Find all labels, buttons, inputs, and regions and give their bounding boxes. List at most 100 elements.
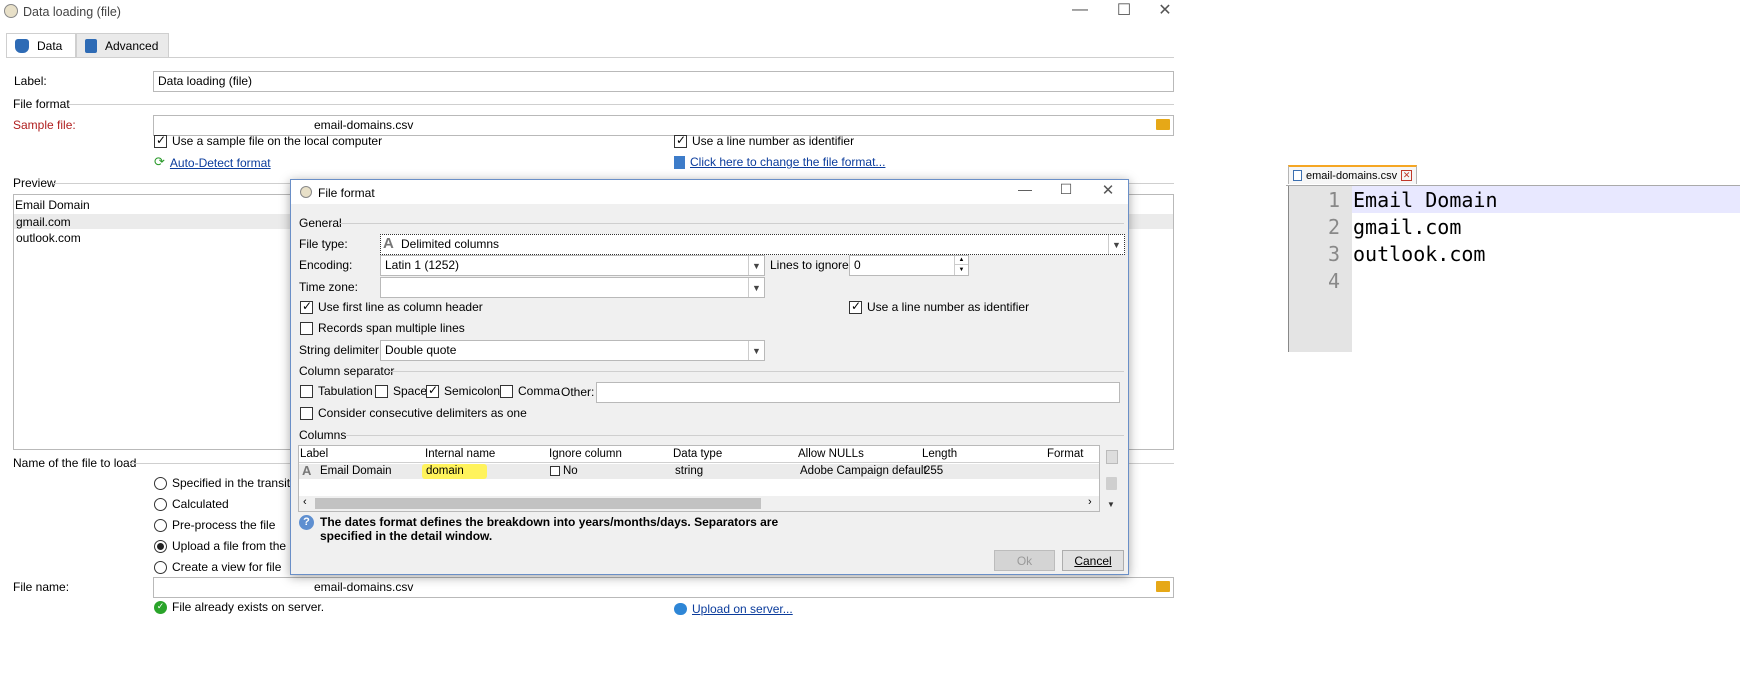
file-type-select[interactable]: A Delimited columns ▼ — [380, 234, 1125, 255]
radio-upload[interactable]: Upload a file from the loc — [154, 539, 305, 553]
tab-data[interactable]: Data — [6, 33, 76, 58]
radio-specified[interactable]: Specified in the transition — [154, 476, 306, 490]
maximize-button[interactable]: ☐ — [1051, 181, 1081, 198]
check-circle-icon: ✓ — [154, 600, 167, 614]
records-span-checkbox[interactable]: Records span multiple lines — [300, 321, 465, 335]
refresh-icon: ⟳ — [154, 155, 165, 170]
horizontal-scrollbar[interactable]: ‹ › — [299, 496, 1099, 511]
col-header-ignore[interactable]: Ignore column — [549, 448, 622, 460]
minimize-button[interactable]: — — [1010, 181, 1040, 197]
file-type-caption: File type: — [299, 237, 348, 251]
spin-down-icon[interactable]: ▼ — [954, 265, 968, 275]
edit-file-icon — [674, 155, 685, 169]
maximize-button[interactable]: ☐ — [1109, 0, 1139, 20]
radio-button[interactable] — [154, 518, 167, 532]
upload-link[interactable]: Upload on server... — [674, 602, 793, 616]
other-caption: Other: — [561, 385, 595, 399]
col-header-label[interactable]: Label — [300, 448, 328, 460]
col-header-allow-nulls[interactable]: Allow NULLs — [798, 448, 864, 460]
app-icon — [4, 4, 18, 18]
line-number-identifier-checkbox[interactable]: Use a line number as identifier — [849, 299, 1029, 314]
line-number: 4 — [1327, 269, 1340, 293]
file-icon — [1293, 170, 1302, 181]
checkbox[interactable] — [550, 466, 560, 476]
checkbox[interactable] — [300, 299, 313, 314]
col-header-data-type[interactable]: Data type — [673, 448, 722, 460]
checkbox[interactable] — [500, 384, 513, 398]
add-column-icon[interactable] — [1106, 450, 1118, 464]
label-input[interactable]: Data loading (file) — [153, 71, 1174, 92]
radio-preprocess[interactable]: Pre-process the file — [154, 518, 275, 532]
checkbox[interactable] — [426, 383, 439, 398]
folder-icon[interactable] — [1156, 581, 1170, 592]
tab-advanced[interactable]: Advanced — [76, 33, 169, 58]
editor-tab[interactable]: email-domains.csv ✕ — [1288, 165, 1418, 184]
checkbox[interactable] — [300, 406, 313, 420]
radio-create-view[interactable]: Create a view for file — [154, 560, 281, 574]
file-name-input[interactable]: email-domains.csv — [153, 577, 1174, 598]
scroll-right-icon[interactable]: › — [1088, 496, 1092, 508]
close-button[interactable]: ✕ — [1093, 181, 1123, 199]
change-format-link[interactable]: Click here to change the file format... — [674, 155, 885, 169]
scroll-thumb[interactable] — [315, 498, 761, 509]
radio-button[interactable] — [154, 497, 167, 511]
radio-button[interactable] — [154, 560, 167, 574]
first-line-header-checkbox[interactable]: Use first line as column header — [300, 299, 483, 314]
string-delim-select[interactable]: Double quote ▼ — [380, 340, 765, 361]
minimize-button[interactable]: — — [1065, 1, 1095, 19]
use-sample-local-checkbox[interactable]: Use a sample file on the local computer — [154, 133, 382, 148]
checkbox[interactable] — [154, 133, 167, 148]
chevron-down-icon[interactable]: ▼ — [1108, 235, 1124, 254]
radio-button[interactable] — [154, 476, 167, 490]
sample-file-input[interactable]: email-domains.csv — [153, 115, 1174, 136]
columns-row[interactable]: A Email Domain domain No string Adobe Ca… — [299, 463, 1099, 479]
folder-icon[interactable] — [1156, 119, 1170, 130]
spin-up-icon[interactable]: ▲ — [954, 256, 968, 265]
semicolon-checkbox[interactable]: Semicolon — [426, 383, 500, 398]
col-header-format[interactable]: Format — [1047, 448, 1083, 460]
cancel-button[interactable]: Cancel — [1062, 550, 1124, 571]
general-section-title: General — [299, 216, 342, 230]
chevron-down-icon[interactable]: ▼ — [1107, 500, 1115, 509]
checkbox[interactable] — [674, 133, 687, 148]
checkbox[interactable] — [375, 384, 388, 398]
text-type-icon: A — [302, 463, 312, 478]
cloud-upload-icon — [674, 603, 687, 615]
comma-checkbox[interactable]: Comma — [500, 384, 560, 398]
editor-line[interactable]: Email Domain — [1353, 188, 1498, 212]
encoding-select[interactable]: Latin 1 (1252) ▼ — [380, 255, 765, 276]
col-header-length[interactable]: Length — [922, 448, 957, 460]
other-input[interactable] — [596, 382, 1120, 403]
line-number: 3 — [1327, 242, 1340, 266]
time-zone-select[interactable]: ▼ — [380, 277, 765, 298]
chevron-down-icon[interactable]: ▼ — [748, 278, 764, 297]
editor-line[interactable]: gmail.com — [1353, 215, 1461, 239]
checkbox[interactable] — [849, 299, 862, 314]
ignore-cell[interactable]: No — [550, 465, 578, 477]
checkbox[interactable] — [300, 384, 313, 398]
radio-button[interactable] — [154, 539, 167, 553]
lines-ignore-stepper[interactable]: 0 ▲ ▼ — [849, 255, 969, 276]
editor-line[interactable]: outlook.com — [1353, 242, 1485, 266]
ok-button[interactable]: Ok — [994, 550, 1055, 571]
columns-section-title: Columns — [299, 428, 347, 442]
use-line-number-checkbox[interactable]: Use a line number as identifier — [674, 133, 854, 148]
tabulation-checkbox[interactable]: Tabulation — [300, 384, 373, 398]
close-tab-icon[interactable]: ✕ — [1401, 170, 1413, 181]
window-title: Data loading (file) — [23, 5, 121, 19]
consecutive-checkbox[interactable]: Consider consecutive delimiters as one — [300, 406, 527, 420]
checkbox[interactable] — [300, 321, 313, 335]
scroll-left-icon[interactable]: ‹ — [303, 496, 307, 508]
close-button[interactable]: ✕ — [1150, 0, 1180, 20]
col-header-internal-name[interactable]: Internal name — [425, 448, 495, 460]
preview-section-title: Preview — [13, 176, 56, 190]
string-delim-caption: String delimiter: — [299, 343, 383, 357]
radio-calculated[interactable]: Calculated — [154, 497, 229, 511]
auto-detect-link[interactable]: ⟳ Auto-Detect format — [154, 155, 271, 170]
trash-icon[interactable] — [1106, 477, 1117, 490]
line-number: 2 — [1327, 215, 1340, 239]
internal-name-cell[interactable]: domain — [422, 464, 487, 479]
chevron-down-icon[interactable]: ▼ — [748, 341, 764, 360]
space-checkbox[interactable]: Space — [375, 384, 427, 398]
chevron-down-icon[interactable]: ▼ — [748, 256, 764, 275]
